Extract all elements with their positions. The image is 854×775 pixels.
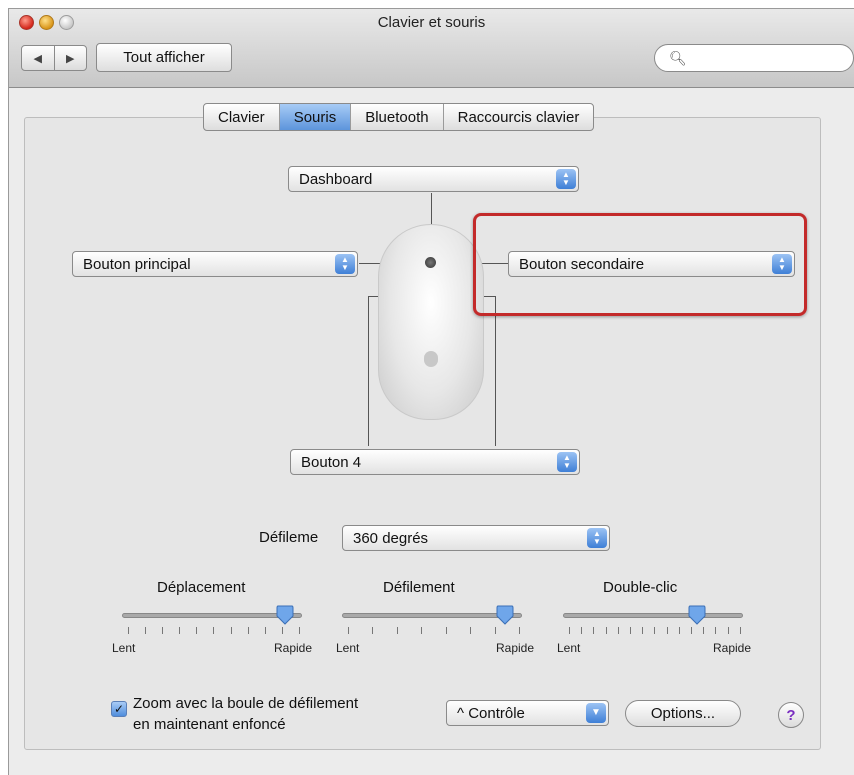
slider-min-label: Lent xyxy=(336,641,360,655)
scroll-value: 360 degrés xyxy=(353,529,429,547)
tab-raccourcis-clavier[interactable]: Raccourcis clavier xyxy=(444,104,594,130)
help-button[interactable]: ? xyxy=(778,702,804,728)
dropdown-arrow-icon: ▼ xyxy=(586,703,606,723)
tab-bluetooth[interactable]: Bluetooth xyxy=(351,104,444,130)
slider-track xyxy=(563,613,743,618)
back-icon[interactable]: ◀ xyxy=(22,46,55,70)
nav-back-forward: ◀ ▶ xyxy=(21,45,87,71)
updown-arrows-icon: ▲ ▼ xyxy=(556,169,576,189)
modifier-key-value: ^ Contrôle xyxy=(457,704,525,722)
scroll-popup[interactable]: 360 degrés ▲ ▼ xyxy=(342,525,610,551)
zoom-label-line1: Zoom avec la boule de défilement xyxy=(133,695,359,712)
double-click-label: Double-clic xyxy=(603,579,678,596)
slider-min-label: Lent xyxy=(557,641,581,655)
tab-clavier[interactable]: Clavier xyxy=(204,104,280,130)
mouse-image xyxy=(378,224,484,420)
highlight-box xyxy=(473,213,807,316)
slider-ticks xyxy=(569,627,741,634)
top-button-value: Dashboard xyxy=(299,170,373,188)
updown-arrows-icon: ▲ ▼ xyxy=(587,528,607,548)
bottom-button-popup[interactable]: Bouton 4 ▲ ▼ xyxy=(290,449,580,475)
window-title: Clavier et souris xyxy=(377,14,486,31)
slider-thumb[interactable] xyxy=(688,605,706,625)
slider-thumb[interactable] xyxy=(276,605,294,625)
options-button[interactable]: Options... xyxy=(625,700,741,727)
tracking-label: Déplacement xyxy=(157,579,246,596)
slider-thumb[interactable] xyxy=(496,605,514,625)
updown-arrows-icon: ▲ ▼ xyxy=(335,254,355,274)
tab-bar: Clavier Souris Bluetooth Raccourcis clav… xyxy=(203,103,595,131)
zoom-label-line2: en maintenant enfoncé xyxy=(133,716,286,733)
top-button-popup[interactable]: Dashboard ▲ ▼ xyxy=(288,166,579,192)
slider-max-label: Rapide xyxy=(274,641,313,655)
connector-side-left-v xyxy=(368,296,369,446)
apple-logo-icon xyxy=(424,351,438,367)
modifier-key-popup[interactable]: ^ Contrôle ▼ xyxy=(446,700,609,726)
scroll-label: Défileme xyxy=(259,529,319,546)
slider-max-label: Rapide xyxy=(713,641,752,655)
zoom-checkbox[interactable]: ✓ xyxy=(111,701,127,717)
connector-side-right-v xyxy=(495,296,496,446)
updown-arrows-icon: ▲ ▼ xyxy=(557,452,577,472)
left-button-popup[interactable]: Bouton principal ▲ ▼ xyxy=(72,251,358,277)
scrolling-slider[interactable]: Lent Rapide xyxy=(336,597,534,657)
scroll-ball-icon xyxy=(425,257,436,268)
slider-ticks xyxy=(128,627,300,634)
scrolling-label: Défilement xyxy=(383,579,455,596)
slider-min-label: Lent xyxy=(112,641,136,655)
forward-icon[interactable]: ▶ xyxy=(55,46,87,70)
left-button-value: Bouton principal xyxy=(83,255,191,273)
bottom-button-value: Bouton 4 xyxy=(301,453,362,471)
search-field[interactable]: 🔍︎ xyxy=(654,44,854,72)
double-click-slider[interactable]: Lent Rapide xyxy=(557,597,751,657)
slider-max-label: Rapide xyxy=(496,641,535,655)
tracking-slider[interactable]: Lent Rapide xyxy=(112,597,312,657)
show-all-button[interactable]: Tout afficher xyxy=(96,43,232,72)
checkmark-icon: ✓ xyxy=(113,702,125,716)
title-bar: Clavier et souris ◀ ▶ Tout afficher 🔍︎ xyxy=(9,9,854,88)
search-icon: 🔍︎ xyxy=(669,50,687,66)
slider-ticks xyxy=(348,627,520,634)
tab-souris[interactable]: Souris xyxy=(279,104,352,130)
